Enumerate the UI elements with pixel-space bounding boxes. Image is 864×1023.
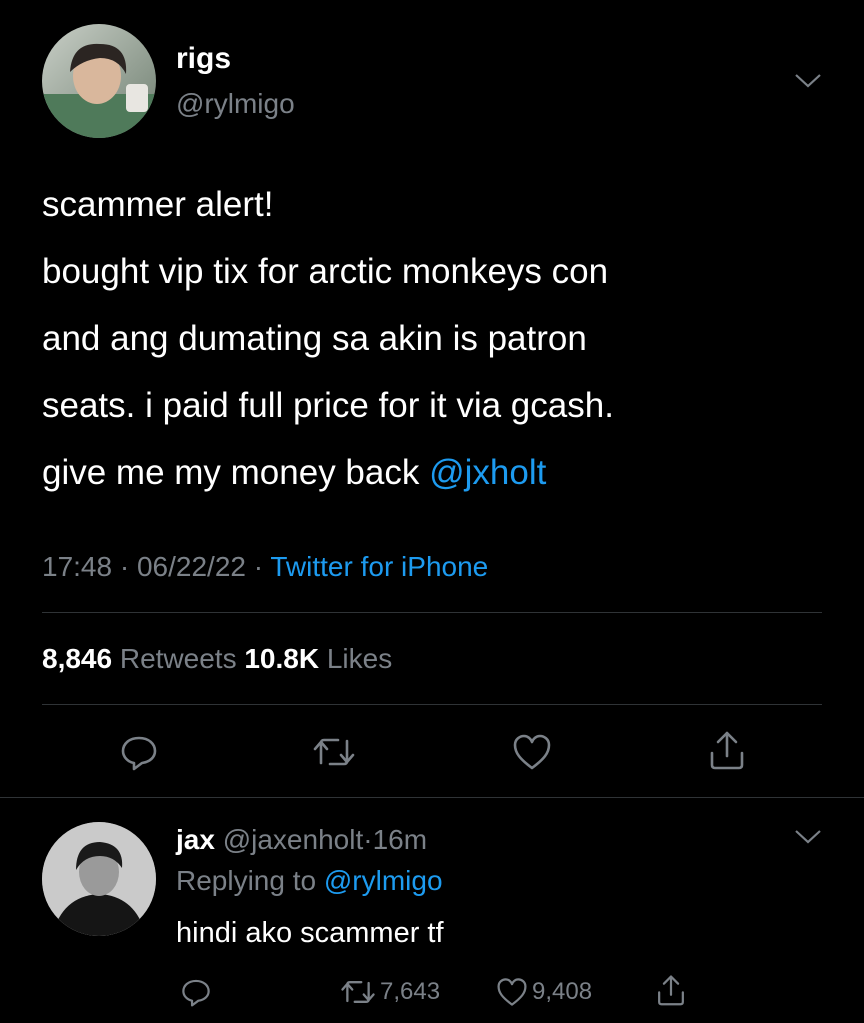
reply-likes-count: 9,408 — [532, 978, 593, 1005]
mention-link[interactable]: @jxholt — [429, 453, 546, 492]
tweet-text-line: scammer alert! — [42, 185, 274, 224]
divider — [42, 612, 822, 613]
reply-header: jax @jaxenholt·16m — [176, 824, 427, 856]
reply-like-action[interactable]: 9,408 — [496, 977, 592, 1007]
chevron-down-icon[interactable] — [793, 72, 823, 90]
author-handle[interactable]: @rylmigo — [176, 88, 295, 120]
tweet-text: scammer alert! bought vip tix for arctic… — [42, 171, 842, 506]
likes-label: Likes — [326, 643, 393, 674]
tweet-date[interactable]: 06/22/22 — [137, 551, 246, 582]
reply-icon[interactable] — [181, 977, 211, 1007]
reply-display-name[interactable]: jax — [176, 824, 215, 855]
tweet-text-line: bought vip tix for arctic monkeys con — [42, 252, 609, 291]
replying-to-label: Replying to — [176, 865, 317, 896]
retweets-count: 8,846 — [42, 643, 113, 674]
retweet-icon — [340, 978, 376, 1006]
meta-separator: · — [253, 551, 264, 582]
tweet-text-line: and ang dumating sa akin is patron — [42, 319, 587, 358]
reply-icon[interactable] — [120, 733, 158, 771]
reply-text: hindi ako scammer tf — [176, 917, 444, 949]
likes-stat[interactable]: 10.8K Likes — [244, 643, 392, 674]
share-icon[interactable] — [656, 973, 686, 1007]
reply-separator: · — [363, 824, 373, 855]
reply-retweets-count: 7,643 — [380, 978, 441, 1005]
share-icon[interactable] — [708, 729, 746, 771]
retweets-stat[interactable]: 8,846 Retweets — [42, 643, 244, 674]
author-display-name[interactable]: rigs — [176, 42, 231, 76]
tweet-text-last: give me my money back — [42, 453, 430, 492]
tweet-stats: 8,846 Retweets 10.8K Likes — [42, 643, 392, 675]
divider — [0, 797, 864, 798]
divider — [42, 704, 822, 705]
tweet-source-link[interactable]: Twitter for iPhone — [270, 551, 488, 582]
replying-to: Replying to @rylmigo — [176, 865, 443, 897]
reply-handle[interactable]: @jaxenholt — [223, 824, 364, 855]
reply-time[interactable]: 16m — [373, 824, 427, 855]
author-avatar[interactable] — [42, 24, 156, 138]
like-icon — [496, 977, 528, 1007]
like-icon[interactable] — [512, 733, 552, 771]
reply-retweet-action[interactable]: 7,643 — [340, 977, 440, 1007]
retweet-icon[interactable] — [312, 735, 356, 769]
reply-author-avatar[interactable] — [42, 822, 156, 936]
retweets-label: Retweets — [119, 643, 237, 674]
meta-separator: · — [119, 551, 130, 582]
chevron-down-icon[interactable] — [793, 828, 823, 846]
tweet-meta: 17:48 · 06/22/22 · Twitter for iPhone — [42, 551, 488, 583]
likes-count: 10.8K — [244, 643, 320, 674]
replying-to-handle[interactable]: @rylmigo — [324, 865, 443, 896]
tweet-time[interactable]: 17:48 — [42, 551, 112, 582]
tweet-text-line: seats. i paid full price for it via gcas… — [42, 386, 614, 425]
tweet-text-line: give me my money back @jxholt — [42, 439, 842, 506]
